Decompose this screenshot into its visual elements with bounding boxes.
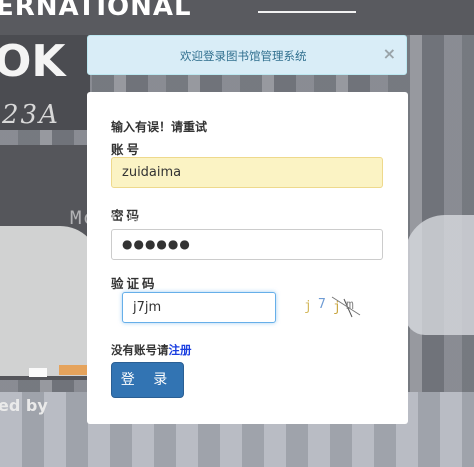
poster-text: ed by xyxy=(0,396,48,415)
watermark: Mcdreamy@zuidaima.com xyxy=(70,207,340,229)
close-icon[interactable]: × xyxy=(383,44,396,63)
login-panel: 输入有误！请重试 账号 zuidaima 密码 ●●●●●● 验证码 j7jm … xyxy=(87,92,408,424)
welcome-alert: 欢迎登录图书馆管理系统 × xyxy=(87,35,407,75)
poster-text: OK xyxy=(0,36,66,87)
poster-text: 23A xyxy=(2,100,60,130)
svg-text:m: m xyxy=(346,298,354,313)
username-field[interactable]: zuidaima xyxy=(111,157,383,188)
svg-text:j: j xyxy=(304,299,312,314)
svg-text:j: j xyxy=(333,300,341,315)
register-link[interactable]: 注册 xyxy=(169,343,192,357)
error-message: 输入有误！请重试 xyxy=(111,120,208,134)
username-label: 账号 xyxy=(111,142,143,157)
book-image xyxy=(0,226,100,376)
register-prompt: 没有账号请注册 xyxy=(111,342,192,358)
svg-text:7: 7 xyxy=(318,297,326,312)
poster-decoration xyxy=(59,365,89,375)
register-prompt-text: 没有账号请 xyxy=(111,343,169,357)
captcha-label: 验证码 xyxy=(111,276,158,291)
password-field[interactable]: ●●●●●● xyxy=(111,229,383,260)
captcha-input[interactable]: j7jm xyxy=(122,292,276,323)
login-button[interactable]: 登 录 xyxy=(111,362,184,398)
poster-text: ERNATIONAL xyxy=(0,0,192,22)
book-image-right xyxy=(405,215,474,335)
alert-message: 欢迎登录图书馆管理系统 xyxy=(180,49,307,63)
captcha-image[interactable]: j 7 j m xyxy=(302,293,372,319)
poster-rule xyxy=(258,11,356,13)
poster-decoration xyxy=(29,368,47,377)
